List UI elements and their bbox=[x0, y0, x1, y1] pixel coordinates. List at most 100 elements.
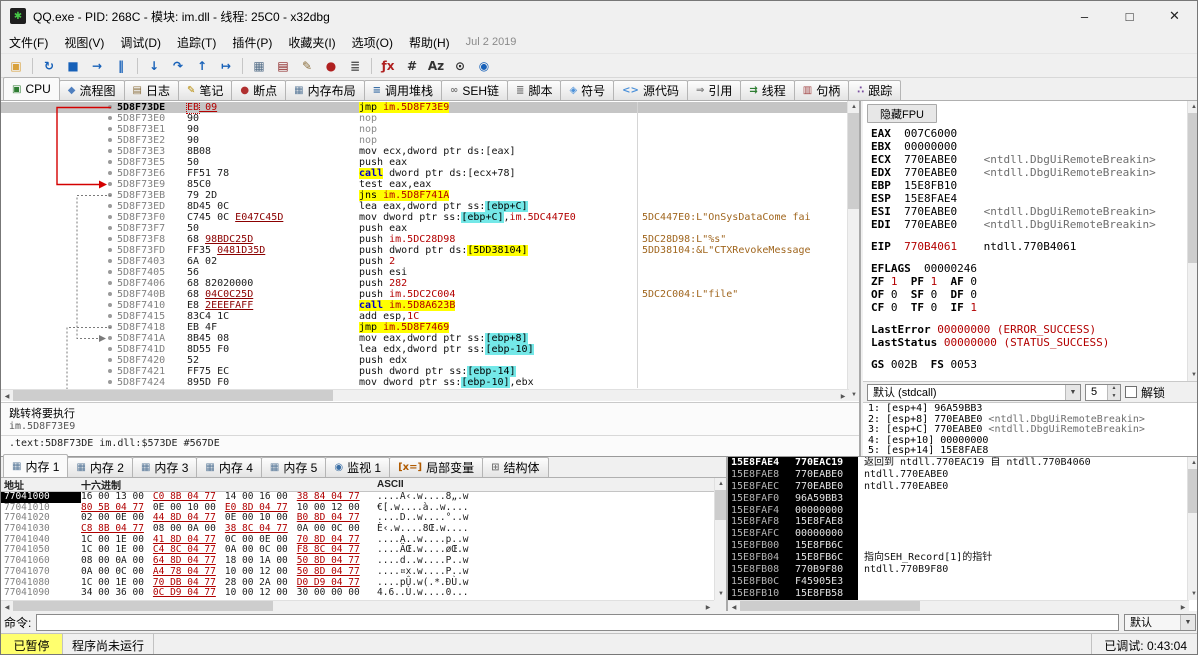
scroll-down-icon[interactable]: ▼ bbox=[1188, 369, 1198, 381]
disasm-row[interactable]: 5D8F73E550push eax bbox=[1, 157, 849, 168]
disasm-row[interactable]: 5D8F73DEEB 09jmp im.5D8F73E9 bbox=[1, 102, 849, 113]
log-icon[interactable]: ▤ bbox=[272, 55, 294, 76]
tab-handles[interactable]: ▥句柄 bbox=[794, 80, 849, 100]
breakpoint-dot[interactable] bbox=[108, 281, 112, 285]
stack-row[interactable]: 15E8FB1015E8FB58 bbox=[728, 588, 1189, 600]
disasm-row[interactable]: 5D8F73E290nop bbox=[1, 135, 849, 146]
minimize-button[interactable]: – bbox=[1062, 1, 1107, 31]
breakpoint-dot[interactable] bbox=[108, 138, 112, 142]
scroll-up-icon[interactable]: ▲ bbox=[848, 101, 859, 113]
disasm-row[interactable]: 5D8F742052push edx bbox=[1, 355, 849, 366]
strings-icon[interactable]: Az bbox=[425, 55, 447, 76]
disasm-row[interactable]: 5D8F741D8D55 F0lea edx,dword ptr ss:[ebp… bbox=[1, 344, 849, 355]
scroll-up-icon[interactable]: ▲ bbox=[715, 478, 726, 490]
stack-row[interactable]: 15E8FB0015E8FB6C bbox=[728, 540, 1189, 552]
disasm-row[interactable]: 5D8F73E38B08mov ecx,dword ptr ds:[eax] bbox=[1, 146, 849, 157]
functions-icon[interactable]: ƒx bbox=[377, 55, 399, 76]
disasm-row[interactable]: 5D8F7418EB 4Fjmp im.5D8F7469 bbox=[1, 322, 849, 333]
disasm-row[interactable]: 5D8F7424895D F0mov dword ptr ss:[ebp-10]… bbox=[1, 377, 849, 388]
stack-row[interactable]: 15E8FAFC00000000 bbox=[728, 528, 1189, 540]
register-row[interactable] bbox=[871, 349, 1185, 358]
breakpoint-dot[interactable] bbox=[108, 193, 112, 197]
menu-item-trace[interactable]: 追踪(T) bbox=[169, 31, 224, 54]
breakpoints-icon[interactable]: ● bbox=[320, 55, 342, 76]
menu-item-help[interactable]: 帮助(H) bbox=[401, 31, 458, 54]
disasm-row[interactable]: 5D8F741A8B45 08mov eax,dword ptr ss:[ebp… bbox=[1, 333, 849, 344]
command-scope-select[interactable]: 默认 ▼ bbox=[1124, 614, 1196, 631]
tab-trace[interactable]: ∴跟踪 bbox=[848, 80, 901, 100]
scroll-left-icon[interactable]: ◀ bbox=[1, 390, 13, 401]
register-row[interactable]: CF 0 TF 0 IF 1 bbox=[871, 301, 1185, 314]
register-row[interactable]: EIP 770B4061 ntdll.770B4061 bbox=[871, 240, 1185, 253]
register-row[interactable]: OF 0 SF 0 DF 0 bbox=[871, 288, 1185, 301]
breakpoint-dot[interactable] bbox=[108, 149, 112, 153]
disasm-row[interactable]: 5D8F73E190nop bbox=[1, 124, 849, 135]
stack-row[interactable]: 15E8FB0415E8FB6C指向SEH_Record[1]的指针 bbox=[728, 552, 1189, 564]
register-row[interactable]: ZF 1 PF 1 AF 0 bbox=[871, 275, 1185, 288]
register-row[interactable]: EAX 007C6000 bbox=[871, 127, 1185, 140]
register-row[interactable] bbox=[871, 314, 1185, 323]
maximize-button[interactable]: □ bbox=[1107, 1, 1152, 31]
script-icon[interactable]: ≣ bbox=[344, 55, 366, 76]
dump-vertical-scrollbar[interactable]: ▲ ▼ bbox=[714, 478, 726, 600]
disasm-row[interactable]: 5D8F73EB79 2Djns im.5D8F741A bbox=[1, 190, 849, 201]
stack-row[interactable]: 15E8FAE8770EABE0ntdll.770EABE0 bbox=[728, 469, 1189, 481]
registers-vertical-scrollbar[interactable]: ▲ ▼ bbox=[1187, 101, 1198, 381]
tab-call-stack[interactable]: ≡调用堆栈 bbox=[364, 80, 442, 100]
tab-dump-4[interactable]: ▦内存 4 bbox=[196, 457, 261, 477]
disasm-row[interactable]: 5D8F73E090nop bbox=[1, 113, 849, 124]
step-over-icon[interactable]: ↷ bbox=[167, 55, 189, 76]
tab-memory-map[interactable]: ▦内存布局 bbox=[285, 80, 364, 100]
breakpoint-dot[interactable] bbox=[108, 204, 112, 208]
disasm-row[interactable]: 5D8F73E985C0test eax,eax bbox=[1, 179, 849, 190]
disasm-row[interactable]: 5D8F740556push esi bbox=[1, 267, 849, 278]
breakpoint-dot[interactable] bbox=[108, 160, 112, 164]
tab-graph[interactable]: ◆流程图 bbox=[59, 80, 125, 100]
spin-up-icon[interactable]: ▲ bbox=[1108, 385, 1120, 393]
breakpoint-dot[interactable] bbox=[108, 259, 112, 263]
tab-dump-5[interactable]: ▦内存 5 bbox=[261, 457, 326, 477]
breakpoint-dot[interactable] bbox=[108, 105, 112, 109]
tab-dump-1[interactable]: ▦内存 1 bbox=[3, 454, 68, 477]
menu-item-view[interactable]: 视图(V) bbox=[56, 31, 112, 54]
menu-item-favourites[interactable]: 收藏夹(I) bbox=[280, 31, 343, 54]
run-to-cursor-icon[interactable]: ↦ bbox=[215, 55, 237, 76]
register-row[interactable] bbox=[871, 253, 1185, 262]
stack-row[interactable]: 15E8FAF815E8FAE8 bbox=[728, 516, 1189, 528]
settings-icon[interactable]: ◉ bbox=[473, 55, 495, 76]
breakpoint-dot[interactable] bbox=[108, 270, 112, 274]
scroll-down-icon[interactable]: ▼ bbox=[1188, 588, 1198, 600]
register-row[interactable]: EBP 15E8FB10 bbox=[871, 179, 1185, 192]
register-row[interactable]: ESI 770EABE0 <ntdll.DbgUiRemoteBreakin> bbox=[871, 205, 1185, 218]
stop-icon[interactable]: ■ bbox=[62, 55, 84, 76]
stack-row[interactable]: 15E8FAF096A59BB3 bbox=[728, 493, 1189, 505]
scroll-up-icon[interactable]: ▲ bbox=[1188, 457, 1198, 469]
breakpoint-dot[interactable] bbox=[108, 171, 112, 175]
tab-threads[interactable]: ⇉线程 bbox=[740, 80, 794, 100]
menu-item-debug[interactable]: 调试(D) bbox=[112, 31, 169, 54]
breakpoint-dot[interactable] bbox=[108, 314, 112, 318]
breakpoint-dot[interactable] bbox=[108, 336, 112, 340]
register-row[interactable]: EDI 770EABE0 <ntdll.DbgUiRemoteBreakin> bbox=[871, 218, 1185, 231]
tab-watch-1[interactable]: ◉监视 1 bbox=[325, 457, 390, 477]
breakpoint-dot[interactable] bbox=[108, 215, 112, 219]
disasm-row[interactable]: 5D8F73FDFF35 0481D35Dpush dword ptr ds:[… bbox=[1, 245, 849, 256]
register-row[interactable]: EFLAGS 00000246 bbox=[871, 262, 1185, 275]
tab-log[interactable]: ▤日志 bbox=[124, 80, 179, 100]
disasm-row[interactable]: 5D8F740B68 04C0C25Dpush im.5DC2C0045DC2C… bbox=[1, 289, 849, 300]
tab-cpu[interactable]: ▣CPU bbox=[3, 77, 60, 100]
breakpoint-dot[interactable] bbox=[108, 237, 112, 241]
register-row[interactable]: EDX 770EABE0 <ntdll.DbgUiRemoteBreakin> bbox=[871, 166, 1185, 179]
breakpoint-dot[interactable] bbox=[108, 347, 112, 351]
disasm-row[interactable]: 5D8F7410E8 2EEEFAFFcall im.5D8A623B bbox=[1, 300, 849, 311]
register-row[interactable]: ESP 15E8FAE4 bbox=[871, 192, 1185, 205]
calling-convention-select[interactable]: 默认 (stdcall) ▼ bbox=[867, 384, 1081, 401]
dump-row[interactable]: 770410700A 00 0C 00A4 78 04 7710 00 12 0… bbox=[1, 567, 714, 578]
disassembly-vertical-scrollbar[interactable]: ▲ ▼ bbox=[847, 101, 859, 401]
step-into-icon[interactable]: ↓ bbox=[143, 55, 165, 76]
breakpoint-dot[interactable] bbox=[108, 292, 112, 296]
register-row[interactable]: LastError 00000000 (ERROR_SUCCESS) bbox=[871, 323, 1185, 336]
disasm-row[interactable]: 5D8F73F868 98BDC25Dpush im.5DC28D985DC28… bbox=[1, 234, 849, 245]
disasm-row[interactable]: 5D8F741583C4 1Cadd esp,1C bbox=[1, 311, 849, 322]
register-row[interactable]: EBX 00000000 bbox=[871, 140, 1185, 153]
